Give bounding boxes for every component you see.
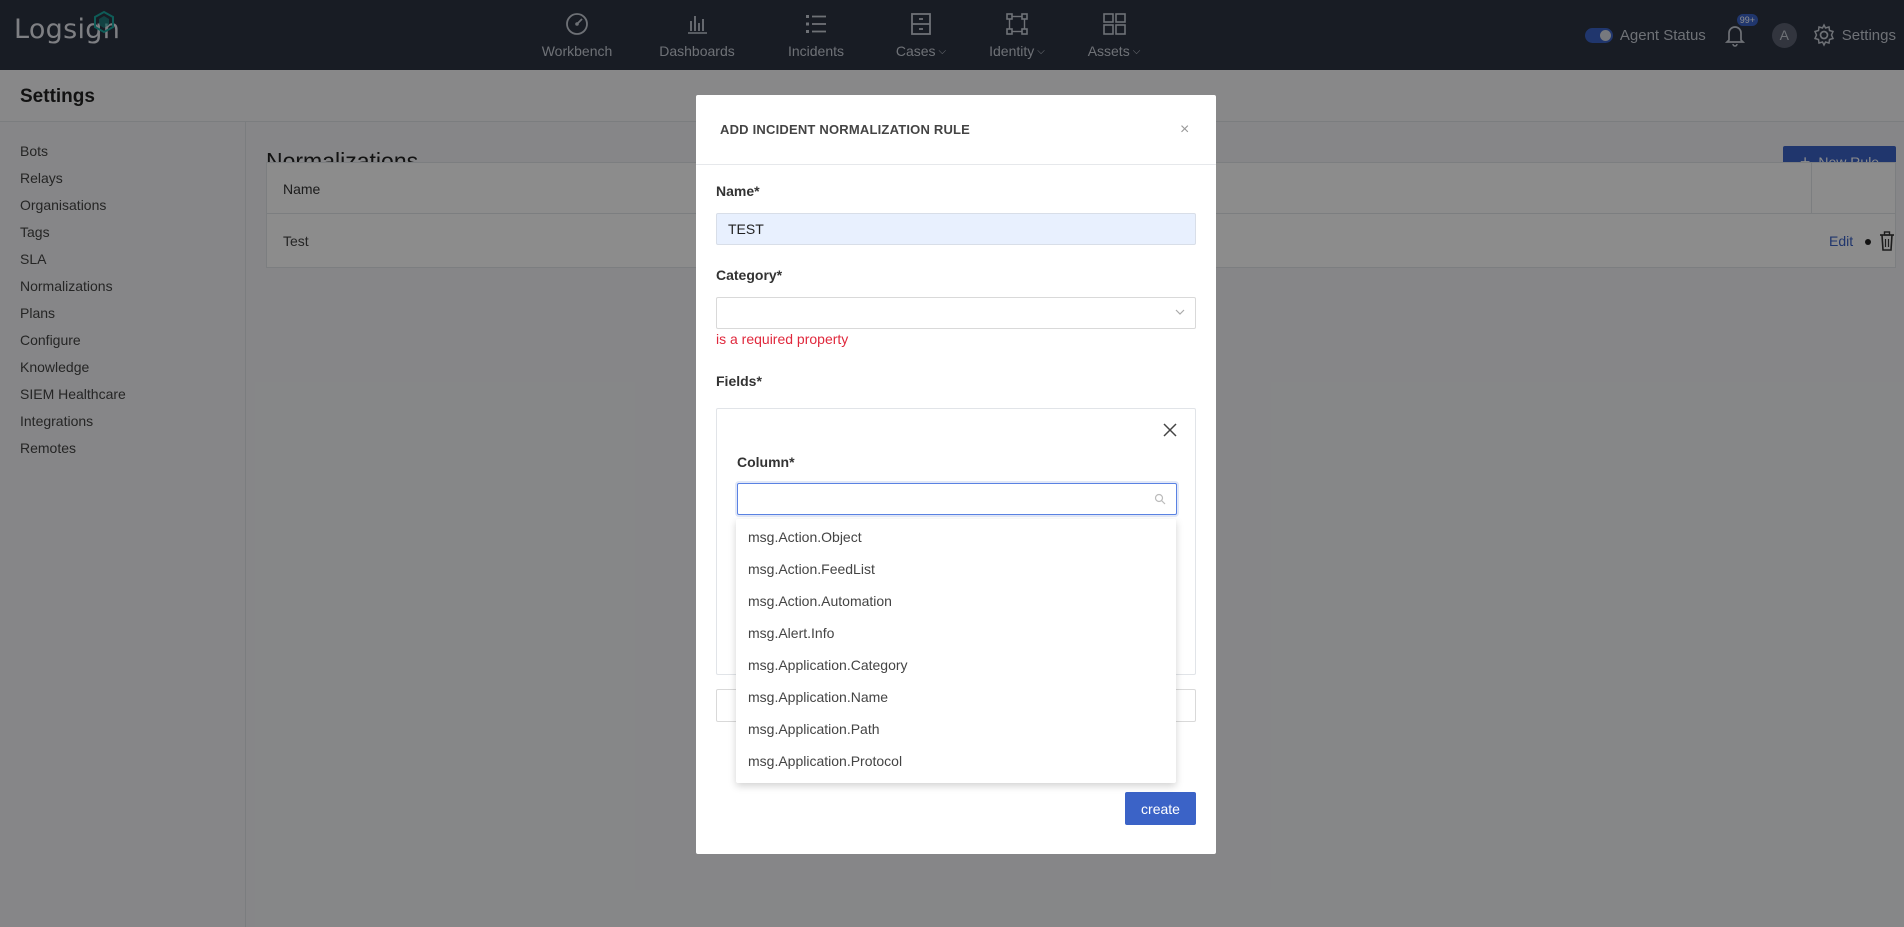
category-label: Category* [716, 267, 783, 283]
dropdown-option[interactable]: msg.Action.Object [736, 521, 1176, 553]
column-dropdown: msg.Action.Object msg.Action.FeedList ms… [736, 519, 1176, 783]
modal-header: ADD INCIDENT NORMALIZATION RULE × [696, 95, 1216, 165]
modal-title: ADD INCIDENT NORMALIZATION RULE [720, 122, 971, 137]
dropdown-option[interactable]: msg.Application.Protocol [736, 745, 1176, 777]
dropdown-option[interactable]: msg.Action.FeedList [736, 553, 1176, 585]
dropdown-option[interactable]: msg.Application.Category [736, 649, 1176, 681]
fields-label: Fields* [716, 373, 762, 389]
name-label: Name* [716, 183, 760, 199]
name-input[interactable]: TEST [716, 213, 1196, 245]
search-icon [1154, 493, 1166, 505]
create-button[interactable]: create [1125, 792, 1196, 825]
dropdown-option[interactable]: msg.Application.Name [736, 681, 1176, 713]
column-label: Column* [737, 454, 795, 470]
dropdown-option[interactable]: msg.Application.Path [736, 713, 1176, 745]
close-icon[interactable] [1163, 423, 1177, 437]
category-error-message: is a required property [716, 331, 849, 347]
close-icon[interactable]: × [1180, 121, 1189, 139]
category-select[interactable] [716, 297, 1196, 329]
dropdown-option[interactable]: msg.Alert.Info [736, 617, 1176, 649]
chevron-down-icon [1175, 309, 1185, 315]
dropdown-option[interactable]: msg.Action.Automation [736, 585, 1176, 617]
column-search-input[interactable] [737, 483, 1177, 515]
